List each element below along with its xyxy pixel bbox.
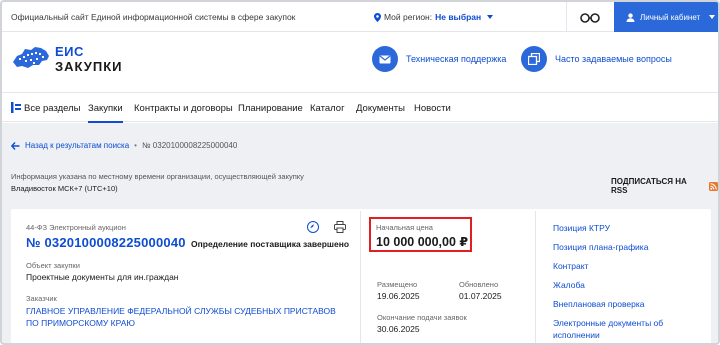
updated-label: Обновлено [459, 280, 499, 289]
print-icon[interactable] [334, 221, 346, 233]
procurement-number-link[interactable]: № 0320100008225000040 [26, 235, 186, 250]
deadline-label: Окончание подачи заявок [377, 313, 467, 322]
eis-logo[interactable]: ЕИС ЗАКУПКИ [11, 44, 123, 74]
timezone-note: Информация указана по местному времени о… [11, 172, 304, 181]
user-icon [626, 12, 635, 22]
nav-item-news[interactable]: Новости [414, 103, 451, 114]
price-label: Начальная цена [376, 223, 433, 232]
plan-schedule-link[interactable]: Позиция плана-графика [553, 242, 648, 252]
customer-label: Заказчик [26, 294, 57, 303]
law-type: 44-ФЗ Электронный аукцион [26, 223, 126, 232]
region-label: Мой регион: [384, 12, 433, 22]
ktru-position-link[interactable]: Позиция КТРУ [553, 223, 610, 233]
nav-item-contracts[interactable]: Контракты и договоры [134, 103, 233, 114]
chevron-down-icon [709, 15, 716, 19]
logo-line-2: ЗАКУПКИ [55, 59, 123, 74]
price-value: 10 000 000,00 ₽ [376, 235, 469, 249]
complaint-link[interactable]: Жалоба [553, 280, 585, 290]
nav-item-procurement[interactable]: Закупки [88, 103, 123, 123]
breadcrumb: Назад к результатам поиска • № 032010000… [11, 141, 237, 150]
contract-link[interactable]: Контракт [553, 261, 588, 271]
rss-label: ПОДПИСАТЬСЯ НА RSS [611, 177, 687, 195]
faq-label: Часто задаваемые вопросы [555, 54, 672, 64]
personal-cabinet-button[interactable]: Личный кабинет [614, 2, 718, 32]
cabinet-label: Личный кабинет [640, 12, 701, 22]
glasses-icon[interactable] [580, 10, 600, 24]
nav-item-planning[interactable]: Планирование [238, 103, 303, 114]
nav-item-documents[interactable]: Документы [356, 103, 405, 114]
posted-value: 19.06.2025 [377, 291, 420, 301]
main-nav: Все разделы Закупки Контракты и договоры… [2, 92, 718, 123]
mail-icon [372, 46, 398, 72]
windows-icon [521, 46, 547, 72]
timezone-value: Владивосток МСК+7 (UTC+10) [11, 184, 118, 193]
rss-subscribe-link[interactable]: ПОДПИСАТЬСЯ НА RSS [611, 177, 718, 195]
nav-item-all-sections[interactable]: Все разделы [24, 103, 81, 114]
object-value: Проектные документы для ин.граждан [26, 272, 179, 282]
rss-icon [709, 181, 718, 191]
deadline-value: 30.06.2025 [377, 324, 420, 334]
unscheduled-check-link[interactable]: Внеплановая проверка [553, 299, 644, 309]
region-selector[interactable]: Мой регион: Не выбран [374, 12, 494, 22]
site-header: ЕИС ЗАКУПКИ Техническая поддержка Часто … [2, 32, 718, 88]
region-value: Не выбран [435, 12, 482, 22]
chevron-down-icon [487, 15, 494, 19]
menu-icon[interactable] [11, 102, 21, 113]
breadcrumb-separator: • [134, 141, 137, 150]
customer-link[interactable]: ГЛАВНОЕ УПРАВЛЕНИЕ ФЕДЕРАЛЬНОЙ СЛУЖБЫ СУ… [26, 305, 346, 329]
breadcrumb-current: № 0320100008225000040 [141, 141, 238, 150]
object-label: Объект закупки [26, 261, 80, 270]
faq-link[interactable]: Часто задаваемые вопросы [521, 46, 672, 72]
posted-label: Размещено [377, 280, 418, 289]
arrow-left-icon[interactable] [11, 141, 20, 150]
support-link[interactable]: Техническая поддержка [372, 46, 506, 72]
logo-line-1: ЕИС [55, 44, 84, 59]
divider [535, 211, 536, 343]
site-caption: Официальный сайт Единой информационной с… [11, 12, 296, 22]
divider [360, 211, 361, 343]
e-documents-link[interactable]: Электронные документы об [553, 318, 663, 328]
compass-icon[interactable] [307, 221, 319, 233]
russia-map-icon [13, 47, 49, 68]
nav-item-catalog[interactable]: Каталог [310, 103, 345, 114]
initial-price-highlight: Начальная цена 10 000 000,00 ₽ [369, 217, 472, 252]
divider [566, 2, 567, 32]
back-to-results-link[interactable]: Назад к результатам поиска [25, 141, 129, 150]
map-pin-icon [374, 12, 381, 22]
support-label: Техническая поддержка [406, 54, 507, 64]
top-bar: Официальный сайт Единой информационной с… [2, 2, 718, 32]
status-text: Определение поставщика завершено [191, 239, 350, 249]
e-documents-link-line2[interactable]: исполнении [553, 330, 600, 340]
page-frame: Официальный сайт Единой информационной с… [0, 0, 720, 345]
updated-value: 01.07.2025 [459, 291, 502, 301]
